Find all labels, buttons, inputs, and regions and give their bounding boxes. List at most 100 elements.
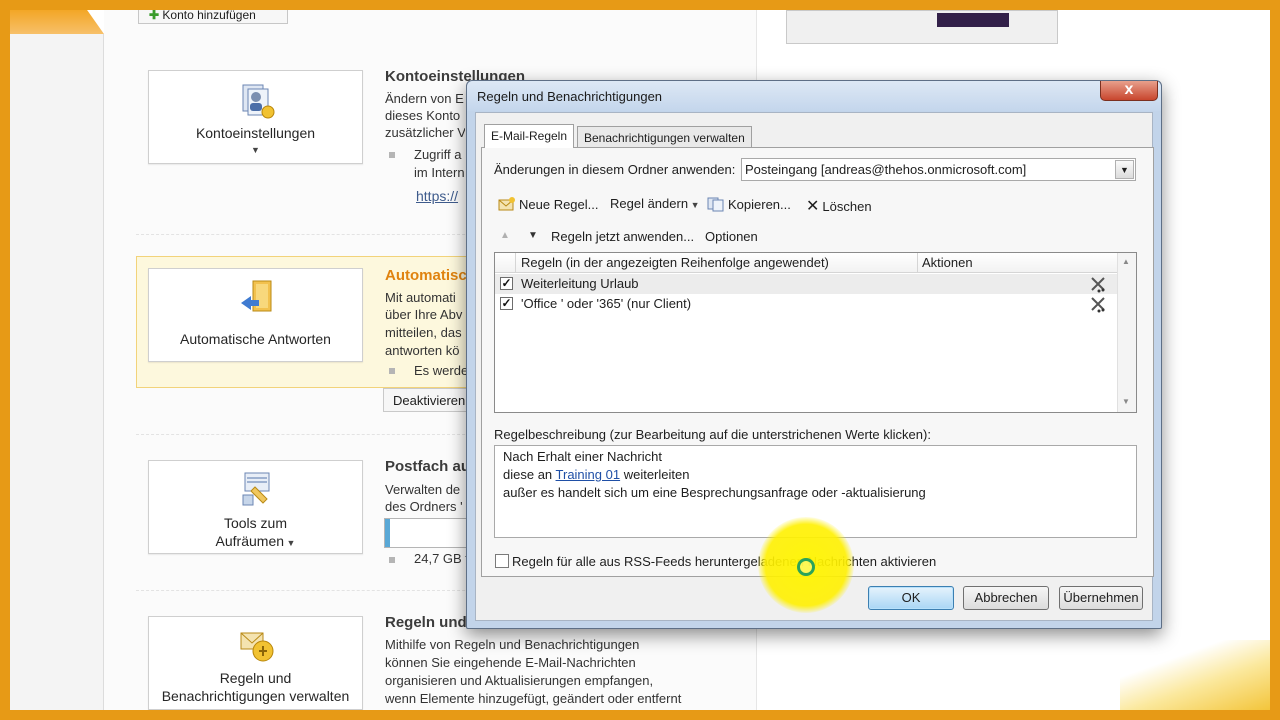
auto-replies-bullet: Es werde xyxy=(414,363,468,378)
preview-image xyxy=(937,13,1009,27)
mailbox-free-space: 24,7 GB f xyxy=(414,551,468,566)
mailbox-quota-fill xyxy=(385,519,390,547)
cleanup-tools-card[interactable]: Tools zum Aufräumen ▼ xyxy=(148,460,363,554)
chevron-down-icon[interactable]: ▼ xyxy=(1115,160,1134,179)
bullet-icon xyxy=(389,557,395,563)
change-rule-label: Regel ändern xyxy=(610,196,689,211)
mailbox-text-1: Verwalten de xyxy=(385,482,461,497)
description-line-2: diese an Training 01 weiterleiten xyxy=(503,466,1128,484)
cleanup-card-label-2: Aufräumen xyxy=(215,533,285,549)
column-rules[interactable]: Regeln (in der angezeigten Reihenfolge a… xyxy=(521,255,829,270)
bullet-icon xyxy=(389,152,395,158)
new-rule-label: Neue Regel... xyxy=(519,197,599,212)
auto-replies-text-2: über Ihre Abv xyxy=(385,307,463,322)
close-button[interactable]: x xyxy=(1100,81,1158,101)
description-line-3: außer es handelt sich um eine Besprechun… xyxy=(503,485,926,500)
account-settings-text-1: Ändern von E xyxy=(385,91,464,106)
rule-row[interactable]: ✓ Weiterleitung Urlaub xyxy=(495,274,1117,294)
run-rules-button[interactable]: Regeln jetzt anwenden... xyxy=(551,229,694,244)
tab-email-rules[interactable]: E-Mail-Regeln xyxy=(484,124,575,148)
decorative-glow xyxy=(1120,640,1270,710)
rule-description-box: Nach Erhalt einer Nachricht diese an Tra… xyxy=(494,445,1137,538)
rules-alerts-icon xyxy=(240,632,274,662)
rule-name: 'Office ' oder '365' (nur Client) xyxy=(521,296,692,311)
cleanup-card-label-1: Tools zum xyxy=(223,515,288,531)
folder-select[interactable]: Posteingang [andreas@thehos.onmicrosoft.… xyxy=(741,158,1136,181)
description-line-2-prefix: diese an xyxy=(503,467,556,482)
mailbox-title: Postfach au xyxy=(385,458,471,475)
dialog-titlebar[interactable]: Regeln und Benachrichtigungen xyxy=(467,81,1161,111)
delete-icon: ✕ xyxy=(806,198,820,215)
chevron-down-icon: ▼ xyxy=(251,145,260,155)
account-settings-card[interactable]: Kontoeinstellungen ▼ xyxy=(148,70,363,164)
window-frame-right xyxy=(1270,0,1280,720)
change-rule-button[interactable]: Regel ändern ▼ xyxy=(610,196,699,214)
rules-scrollbar[interactable]: ▲ ▼ xyxy=(1117,253,1136,412)
column-separator xyxy=(515,253,516,273)
window-frame-bottom xyxy=(0,710,1280,720)
delete-label: Löschen xyxy=(822,199,872,214)
auto-replies-text-3: mitteilen, das xyxy=(385,325,462,340)
rule-action-icon xyxy=(1091,277,1105,293)
owa-link[interactable]: https:// xyxy=(416,188,468,204)
auto-replies-card-label: Automatische Antworten xyxy=(180,331,331,347)
column-actions[interactable]: Aktionen xyxy=(922,255,973,270)
auto-replies-title: Automatisc xyxy=(385,267,467,284)
cleanup-icon xyxy=(242,472,270,506)
tab-manage-alerts[interactable]: Benachrichtigungen verwalten xyxy=(577,126,752,148)
backstage-nav xyxy=(10,34,104,710)
rss-checkbox[interactable] xyxy=(495,554,509,568)
rule-name: Weiterleitung Urlaub xyxy=(521,276,639,291)
close-icon: x xyxy=(1124,81,1134,98)
rule-checkbox[interactable]: ✓ xyxy=(500,277,513,290)
auto-replies-text-4: antworten kö xyxy=(385,343,460,358)
chevron-down-icon: ▼ xyxy=(284,538,296,548)
move-down-icon[interactable]: ▼ xyxy=(528,230,538,241)
rules-text-1: Mithilfe von Regeln und Benachrichtigung… xyxy=(385,637,640,652)
deactivate-button[interactable]: Deaktivieren xyxy=(383,388,468,412)
add-account-button[interactable]: ✚ Konto hinzufügen xyxy=(138,10,288,24)
bullet-icon xyxy=(389,368,395,374)
add-account-label: Konto hinzufügen xyxy=(162,10,256,22)
dialog-title: Regeln und Benachrichtigungen xyxy=(477,89,663,104)
preview-thumbnail xyxy=(786,10,1058,44)
copy-icon xyxy=(707,197,724,212)
options-button[interactable]: Optionen xyxy=(705,229,758,244)
account-settings-bullet-1: Zugriff a xyxy=(414,147,462,162)
mailbox-quota-bar xyxy=(384,518,468,548)
column-separator xyxy=(917,253,918,273)
copy-button[interactable]: Kopieren... xyxy=(707,196,791,214)
rules-list-header: Regeln (in der angezeigten Reihenfolge a… xyxy=(495,253,1117,273)
description-label: Regelbeschreibung (zur Bearbeitung auf d… xyxy=(494,427,931,442)
rules-text-2: können Sie eingehende E-Mail-Nachrichten xyxy=(385,655,636,670)
copy-label: Kopieren... xyxy=(728,197,791,212)
rule-row[interactable]: ✓ 'Office ' oder '365' (nur Client) xyxy=(495,294,1117,314)
scroll-down-icon[interactable]: ▼ xyxy=(1122,397,1130,406)
rules-card-label-1: Regeln und xyxy=(219,670,292,686)
forward-target-link[interactable]: Training 01 xyxy=(556,467,621,482)
account-settings-bullet-2: im Intern xyxy=(414,165,465,180)
move-up-icon[interactable]: ▲ xyxy=(500,230,510,241)
ok-button[interactable]: OK xyxy=(868,586,954,610)
rules-text-4: wenn Elemente hinzugefügt, geändert oder… xyxy=(385,691,682,706)
delete-button[interactable]: ✕ Löschen xyxy=(806,196,872,215)
file-tab[interactable] xyxy=(10,10,104,34)
new-rule-icon xyxy=(498,197,515,211)
rules-card[interactable]: Regeln und Benachrichtigungen verwalten xyxy=(148,616,363,710)
account-settings-icon xyxy=(242,84,275,119)
auto-reply-icon xyxy=(241,280,272,312)
window-frame-left xyxy=(0,0,10,720)
apply-button[interactable]: Übernehmen xyxy=(1059,586,1143,610)
scroll-up-icon[interactable]: ▲ xyxy=(1122,257,1130,266)
new-rule-button[interactable]: Neue Regel... xyxy=(498,196,599,214)
account-settings-card-label: Kontoeinstellungen xyxy=(195,125,316,141)
folder-label: Änderungen in diesem Ordner anwenden: xyxy=(494,162,736,177)
auto-replies-card[interactable]: Automatische Antworten xyxy=(148,268,363,362)
cancel-button[interactable]: Abbrechen xyxy=(963,586,1049,610)
auto-replies-text-1: Mit automati xyxy=(385,290,456,305)
cleanup-card-label-2-row: Aufräumen ▼ xyxy=(149,533,362,549)
chevron-down-icon: ▼ xyxy=(688,200,700,210)
rules-list: Regeln (in der angezeigten Reihenfolge a… xyxy=(494,252,1137,413)
rss-label[interactable]: Regeln für alle aus RSS-Feeds herunterge… xyxy=(512,554,936,569)
rule-checkbox[interactable]: ✓ xyxy=(500,297,513,310)
